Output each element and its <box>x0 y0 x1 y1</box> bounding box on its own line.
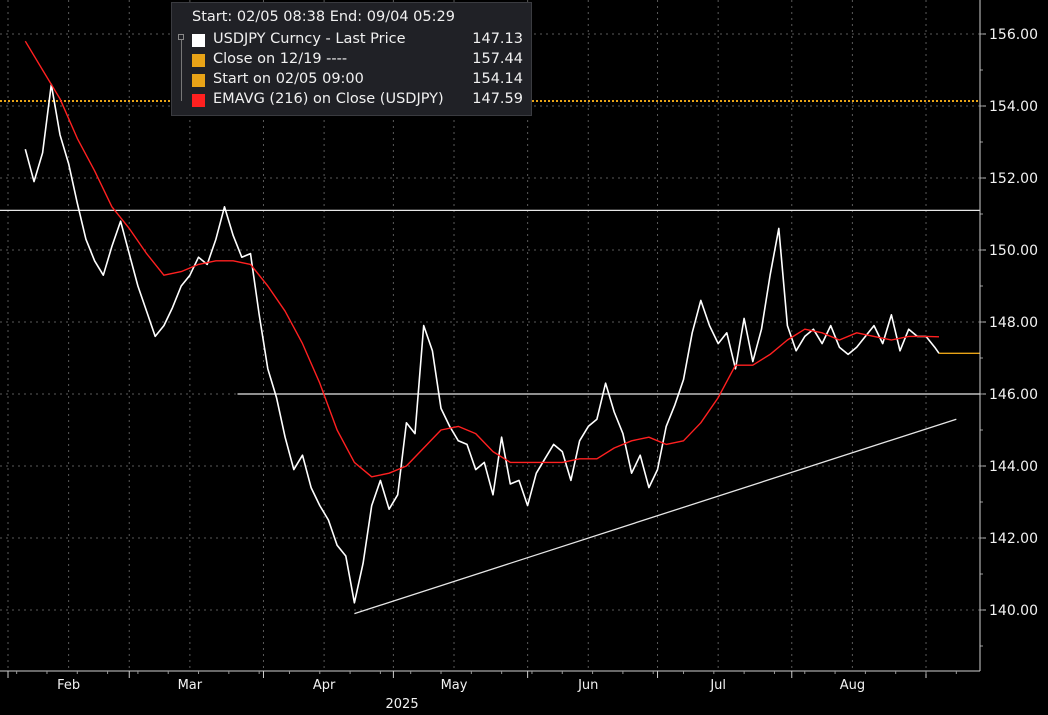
y-tick-label: 146.00 <box>989 387 1038 403</box>
y-tick-label: 154.00 <box>989 99 1038 115</box>
x-tick-label: Aug <box>840 678 865 693</box>
y-tick-label: 156.00 <box>989 27 1038 43</box>
legend-item-emavg[interactable]: EMAVG (216) on Close (USDJPY) 147.59 <box>178 91 523 111</box>
x-tick-label: Jun <box>577 678 598 693</box>
legend-item-start[interactable]: Start on 02/05 09:00 154.14 <box>178 71 523 91</box>
x-year-label: 2025 <box>386 697 419 712</box>
y-tick-label: 140.00 <box>989 603 1038 619</box>
y-tick-label: 142.00 <box>989 531 1038 547</box>
y-tick-label: 152.00 <box>989 171 1038 187</box>
x-tick-label: Apr <box>313 678 336 693</box>
y-tick-label: 150.00 <box>989 243 1038 259</box>
x-tick-label: May <box>441 678 468 693</box>
x-tick-label: Feb <box>57 678 80 693</box>
legend-item-last-price[interactable]: USDJPY Curncy - Last Price 147.13 <box>178 31 523 51</box>
legend-swatch-last-price <box>192 34 205 47</box>
y-tick-label: 148.00 <box>989 315 1038 331</box>
legend-swatch-emavg <box>192 94 205 107</box>
legend-swatch-start <box>192 74 205 87</box>
legend-panel[interactable]: Start: 02/05 08:38 End: 09/04 05:29 USDJ… <box>171 2 532 116</box>
x-tick-label: Mar <box>178 678 203 693</box>
collapse-icon[interactable] <box>178 34 184 40</box>
legend-item-close[interactable]: Close on 12/19 ---- 157.44 <box>178 51 523 71</box>
legend-date-range: Start: 02/05 08:38 End: 09/04 05:29 <box>192 9 455 25</box>
y-tick-label: 144.00 <box>989 459 1038 475</box>
x-tick-label: Jul <box>709 678 726 693</box>
legend-swatch-close <box>192 54 205 67</box>
